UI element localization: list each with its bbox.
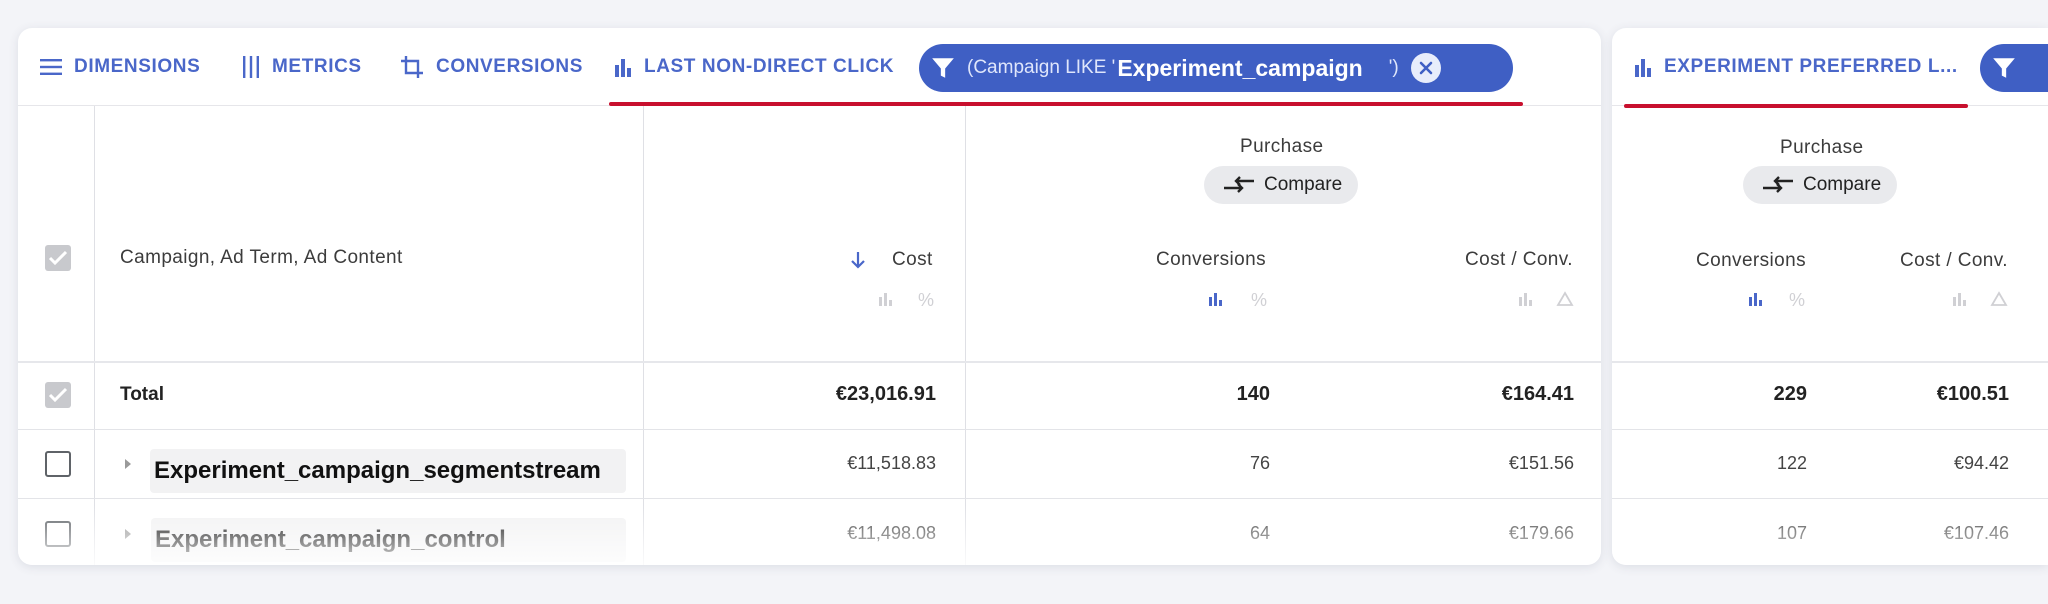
columns-icon bbox=[243, 56, 259, 78]
side-conversions-column-header[interactable]: Conversions bbox=[1696, 250, 1806, 272]
active-tab-underline bbox=[1624, 104, 1968, 108]
select-all-checkbox[interactable] bbox=[45, 245, 71, 271]
row-conversions: 76 bbox=[1249, 453, 1270, 473]
bar-toggle-icon[interactable] bbox=[1518, 291, 1534, 312]
filter-prefix: (Campaign LIKE ' bbox=[967, 57, 1116, 78]
side-filter-chip[interactable] bbox=[1980, 44, 2048, 92]
column-divider bbox=[965, 106, 966, 565]
report-toolbar: DIMENSIONS METRICS CONVERSIONS LAST NON-… bbox=[18, 28, 1601, 106]
delta-toggle-icon[interactable] bbox=[1556, 291, 1574, 312]
compare-label: Compare bbox=[1264, 174, 1343, 195]
conversions-column-header[interactable]: Conversions bbox=[1156, 249, 1266, 271]
compare-arrows-icon bbox=[1224, 176, 1254, 193]
expand-row-icon[interactable] bbox=[125, 529, 131, 539]
expand-row-icon[interactable] bbox=[125, 459, 131, 469]
side-row-cost-per-conv: €94.42 bbox=[1953, 453, 2009, 473]
bar-toggle-icon-active[interactable] bbox=[1208, 291, 1224, 312]
bar-toggle-icon-active[interactable] bbox=[1748, 291, 1764, 312]
filter-icon bbox=[919, 44, 967, 92]
side-cost-per-conv-column-header[interactable]: Cost / Conv. bbox=[1900, 250, 2008, 272]
bar-chart-icon bbox=[1635, 59, 1651, 77]
total-row-checkbox[interactable] bbox=[45, 382, 71, 408]
row-divider bbox=[18, 498, 1601, 499]
total-cost: €23,016.91 bbox=[835, 383, 936, 405]
row-divider bbox=[1612, 498, 2048, 499]
report-panel-experiment-preferred: EXPERIMENT PREFERRED L... Purchase Compa… bbox=[1612, 28, 2048, 565]
side-compare-label: Compare bbox=[1803, 174, 1882, 195]
percent-toggle-icon[interactable]: % bbox=[1251, 290, 1267, 311]
header-divider bbox=[18, 361, 1601, 363]
percent-toggle-icon[interactable]: % bbox=[1789, 290, 1805, 311]
remove-filter-icon[interactable] bbox=[1410, 53, 1441, 83]
side-row-conversions: 122 bbox=[1776, 453, 1807, 473]
bar-toggle-icon[interactable] bbox=[1952, 291, 1968, 312]
side-compare-button[interactable]: Compare bbox=[1743, 166, 1898, 204]
conversions-button[interactable]: CONVERSIONS bbox=[400, 28, 583, 106]
cost-per-conv-column-header[interactable]: Cost / Conv. bbox=[1465, 249, 1573, 271]
side-row-conversions: 107 bbox=[1776, 523, 1807, 543]
percent-toggle-icon[interactable]: % bbox=[918, 290, 934, 311]
metrics-label: METRICS bbox=[272, 56, 362, 77]
side-conversion-group-label: Purchase bbox=[1780, 137, 1864, 158]
delta-toggle-icon[interactable] bbox=[1990, 291, 2008, 312]
row-conversions: 64 bbox=[1249, 523, 1270, 543]
attribution-model-label: LAST NON-DIRECT CLICK bbox=[644, 56, 895, 77]
side-total-cost-per-conv: €100.51 bbox=[1936, 383, 2009, 405]
column-divider bbox=[643, 106, 644, 565]
bar-toggle-icon[interactable] bbox=[878, 291, 894, 312]
row-cost: €11,498.08 bbox=[847, 523, 936, 543]
menu-icon bbox=[40, 59, 62, 75]
campaign-filter-chip[interactable]: (Campaign LIKE ' Experiment_campaign ') bbox=[919, 44, 1513, 92]
compare-button[interactable]: Compare bbox=[1204, 166, 1359, 204]
metrics-button[interactable]: METRICS bbox=[242, 28, 362, 106]
header-divider bbox=[1612, 361, 2048, 363]
side-attribution-model-button[interactable]: EXPERIMENT PREFERRED L... bbox=[1634, 28, 1958, 106]
campaign-name[interactable]: Experiment_campaign_segmentstream bbox=[150, 449, 626, 493]
total-label: Total bbox=[120, 384, 164, 405]
column-divider bbox=[94, 106, 95, 565]
dimensions-button[interactable]: DIMENSIONS bbox=[40, 28, 200, 106]
filter-value: Experiment_campaign bbox=[1117, 54, 1363, 81]
crop-icon bbox=[401, 56, 423, 78]
side-total-conversions: 229 bbox=[1773, 383, 1807, 405]
dimensions-label: DIMENSIONS bbox=[74, 56, 201, 77]
active-tab-underline bbox=[609, 102, 1523, 106]
row-checkbox[interactable] bbox=[45, 451, 71, 477]
row-divider bbox=[18, 429, 1601, 430]
sort-descending-icon[interactable] bbox=[850, 250, 866, 275]
filter-icon bbox=[1980, 44, 2028, 92]
row-divider bbox=[1612, 429, 2048, 430]
row-cost-per-conv: €151.56 bbox=[1508, 453, 1574, 473]
total-cost-per-conv: €164.41 bbox=[1501, 383, 1574, 405]
report-panel-last-non-direct-click: DIMENSIONS METRICS CONVERSIONS LAST NON-… bbox=[18, 28, 1601, 565]
compare-arrows-icon bbox=[1763, 176, 1793, 193]
conversions-label: CONVERSIONS bbox=[436, 56, 584, 77]
side-attribution-model-label: EXPERIMENT PREFERRED L... bbox=[1664, 56, 1958, 77]
row-cost-per-conv: €179.66 bbox=[1508, 523, 1574, 543]
total-conversions: 140 bbox=[1236, 383, 1270, 405]
campaign-name[interactable]: Experiment_campaign_control bbox=[151, 518, 626, 562]
dimension-column-header[interactable]: Campaign, Ad Term, Ad Content bbox=[120, 247, 403, 269]
attribution-model-button[interactable]: LAST NON-DIRECT CLICK bbox=[614, 28, 894, 106]
side-row-cost-per-conv: €107.46 bbox=[1943, 523, 2009, 543]
bar-chart-icon bbox=[615, 59, 631, 77]
filter-suffix: ') bbox=[1388, 57, 1399, 78]
side-report-toolbar: EXPERIMENT PREFERRED L... bbox=[1612, 28, 2048, 106]
cost-column-header[interactable]: Cost bbox=[892, 249, 933, 271]
row-checkbox[interactable] bbox=[45, 521, 71, 547]
conversion-group-label: Purchase bbox=[1240, 136, 1324, 157]
row-cost: €11,518.83 bbox=[847, 453, 936, 473]
